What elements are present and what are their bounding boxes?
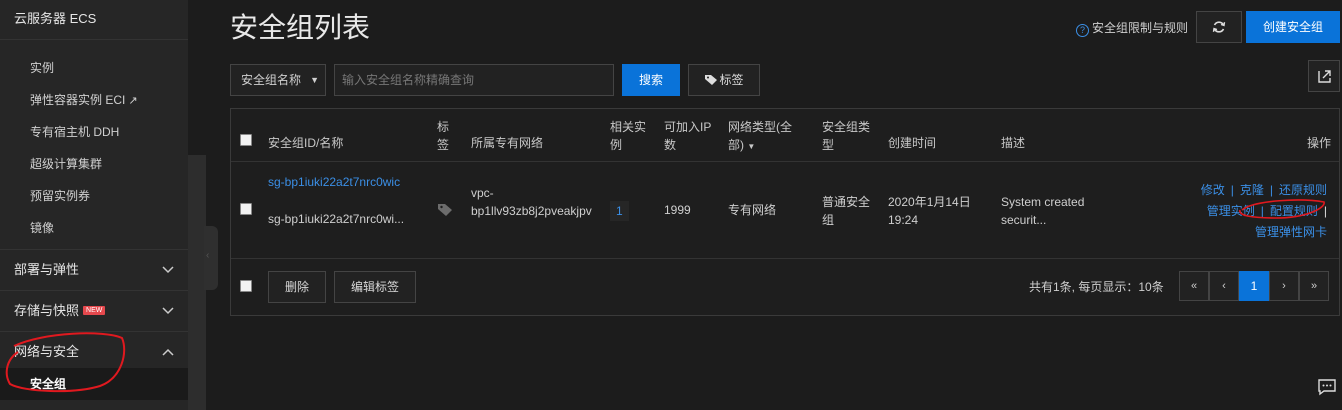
page-1-button[interactable]: 1 (1239, 271, 1269, 301)
row-actions-line3: 管理弹性网卡 (1173, 223, 1327, 241)
modify-link[interactable]: 修改 (1201, 183, 1225, 197)
description: System created securit... (1001, 195, 1085, 227)
vpc-id: vpc-bp1llv93zb8j2pveakjpv (471, 186, 592, 218)
col-id-name[interactable]: 安全组ID/名称 (268, 134, 343, 152)
footer-select-checkbox[interactable] (240, 280, 252, 292)
network-type: 专有网络 (728, 203, 777, 217)
pagination-summary: 共有1条, 每页显示：10条 (1029, 280, 1164, 294)
edit-tags-button[interactable]: 编辑标签 (334, 271, 416, 303)
export-icon (1318, 70, 1331, 83)
created-time: 2020年1月14日 19:24 (888, 195, 971, 227)
sidebar-group-network-security[interactable]: 网络与安全 (0, 331, 188, 371)
col-instances: 相关实例 (610, 120, 647, 152)
sidebar-group-storage[interactable]: 存储与快照 NEW (0, 290, 188, 330)
search-button[interactable]: 搜索 (622, 64, 680, 96)
sidebar-group-deployment[interactable]: 部署与弹性 (0, 249, 188, 289)
table-header: 安全组ID/名称 标签 所属专有网络 相关实例 可加入IP 数 网络类型(全 部) … (231, 109, 1339, 161)
tag-icon (705, 75, 718, 85)
chevron-left-icon: ‹ (206, 250, 210, 261)
security-group-table: 安全组ID/名称 标签 所属专有网络 相关实例 可加入IP 数 网络类型(全 部) … (230, 108, 1340, 316)
first-page-button[interactable]: « (1179, 271, 1209, 301)
col-network-type[interactable]: 网络类型(全 部) ▼ (728, 118, 792, 156)
sidebar-item-eci[interactable]: 弹性容器实例 ECI ↗ (0, 92, 188, 109)
chevron-up-icon (162, 332, 174, 372)
sidebar-item-ddh[interactable]: 专有宿主机 DDH (0, 124, 188, 140)
table-row: sg-bp1iuki22a2t7nrc0wic sg-bp1iuki22a2t7… (231, 161, 1339, 259)
col-vpc: 所属专有网络 (471, 136, 544, 150)
sidebar-item-security-group[interactable]: 安全组 (0, 368, 188, 400)
tags-filter-button[interactable]: 标签 (688, 64, 760, 96)
last-page-button[interactable]: » (1299, 271, 1329, 301)
export-button[interactable] (1308, 60, 1340, 92)
col-sg-type: 安全组类型 (822, 120, 871, 152)
related-instances-count[interactable]: 1 (610, 201, 629, 221)
page-title: 安全组列表 (230, 12, 371, 43)
security-group-name: sg-bp1iuki22a2t7nrc0wi... (268, 212, 405, 226)
chevron-down-icon (162, 250, 174, 290)
help-link[interactable]: ? 安全组限制与规则 (1076, 20, 1188, 37)
next-page-button[interactable]: › (1269, 271, 1299, 301)
new-badge: NEW (83, 306, 106, 315)
external-link-icon: ↗ (128, 95, 138, 107)
security-group-type: 普通安全组 (822, 195, 871, 227)
col-description: 描述 (1001, 136, 1026, 150)
sidebar-item-reserved[interactable]: 预留实例券 (0, 188, 188, 204)
manage-eni-link[interactable]: 管理弹性网卡 (1255, 225, 1327, 239)
chat-icon[interactable] (1318, 378, 1336, 396)
sidebar-title[interactable]: 云服务器 ECS (0, 0, 188, 40)
caret-down-icon: ▼ (747, 142, 756, 151)
security-group-id-link[interactable]: sg-bp1iuki22a2t7nrc0wic (268, 173, 400, 191)
col-ip-count: 可加入IP 数 (664, 120, 712, 152)
refresh-button[interactable] (1196, 11, 1242, 43)
col-tags: 标签 (437, 120, 450, 152)
annotation-ellipse (1239, 199, 1325, 219)
row-checkbox[interactable] (240, 203, 252, 215)
ip-count: 1999 (664, 203, 691, 217)
table-footer: 删除 编辑标签 共有1条, 每页显示：10条 « ‹ 1 › » (231, 259, 1339, 315)
tag-icon[interactable] (437, 203, 453, 217)
sidebar-collapse-handle[interactable]: ‹ (204, 226, 218, 290)
chevron-down-icon (162, 291, 174, 331)
clone-link[interactable]: 克隆 (1240, 183, 1264, 197)
create-security-group-button[interactable]: 创建安全组 (1246, 11, 1340, 43)
col-actions: 操作 (1307, 136, 1332, 150)
sidebar-item-instances[interactable]: 实例 (0, 60, 188, 76)
delete-button[interactable]: 删除 (268, 271, 326, 303)
refresh-icon (1212, 21, 1226, 33)
caret-down-icon: ▼ (310, 75, 319, 85)
question-icon: ? (1076, 24, 1089, 37)
sidebar: 云服务器 ECS 实例 弹性容器实例 ECI ↗ 专有宿主机 DDH 超级计算集群… (0, 0, 188, 410)
filter-field-select[interactable]: 安全组名称 ▼ (230, 64, 326, 96)
search-input[interactable] (334, 64, 614, 96)
select-all-checkbox[interactable] (240, 134, 252, 146)
col-created: 创建时间 (888, 136, 937, 150)
restore-rules-link[interactable]: 还原规则 (1279, 183, 1327, 197)
sidebar-item-images[interactable]: 镜像 (0, 220, 188, 236)
prev-page-button[interactable]: ‹ (1209, 271, 1239, 301)
sidebar-item-supercomputing[interactable]: 超级计算集群 (0, 156, 188, 172)
